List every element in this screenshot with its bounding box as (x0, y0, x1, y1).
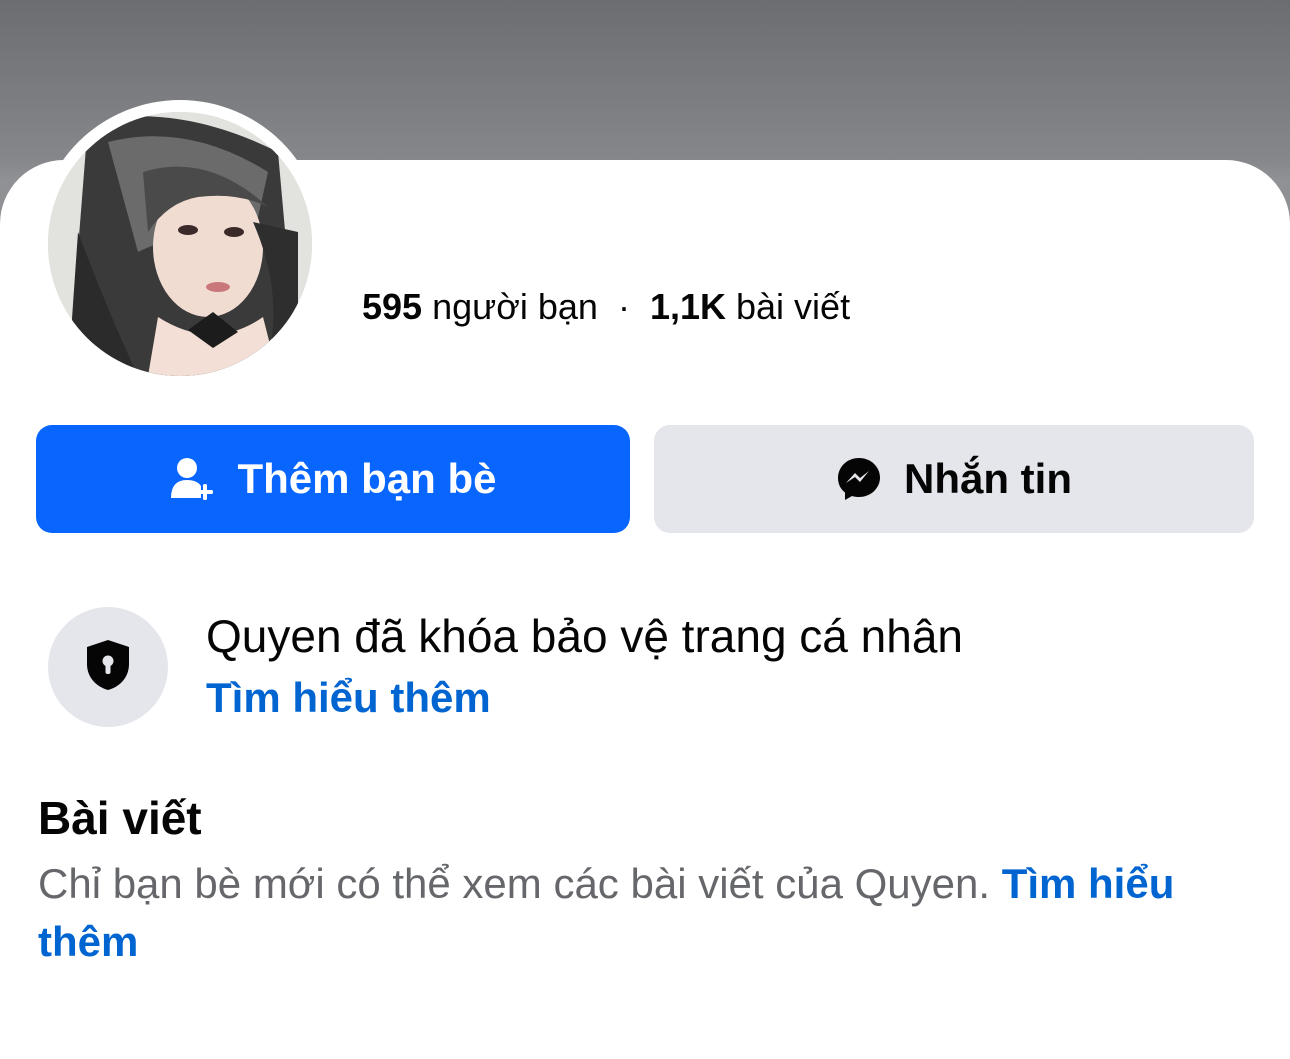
add-friend-icon (169, 456, 215, 502)
avatar[interactable] (48, 112, 312, 376)
shield-lock-icon (83, 638, 133, 697)
message-label: Nhắn tin (904, 455, 1072, 502)
stats-separator: · (617, 286, 630, 327)
messenger-icon (836, 456, 882, 502)
posts-label: bài viết (736, 286, 851, 327)
posts-count: 1,1K (649, 286, 726, 327)
friends-label[interactable]: người bạn (432, 286, 598, 327)
lock-notice-title: Quyen đã khóa bảo vệ trang cá nhân (206, 610, 964, 662)
posts-section-description: Chỉ bạn bè mới có thể xem các bài viết c… (38, 855, 1238, 971)
add-friend-label: Thêm bạn bè (237, 455, 497, 502)
profile-stats: 595 người bạn · 1,1K bài viết (362, 284, 850, 330)
posts-section-title: Bài viết (38, 792, 202, 844)
posts-privacy-text: Chỉ bạn bè mới có thể xem các bài viết c… (38, 860, 991, 907)
add-friend-button[interactable]: Thêm bạn bè (36, 425, 630, 533)
friends-count[interactable]: 595 (362, 286, 422, 327)
learn-more-link[interactable]: Tìm hiểu thêm (206, 672, 491, 724)
message-button[interactable]: Nhắn tin (654, 425, 1254, 533)
shield-lock-icon-container (48, 607, 168, 727)
